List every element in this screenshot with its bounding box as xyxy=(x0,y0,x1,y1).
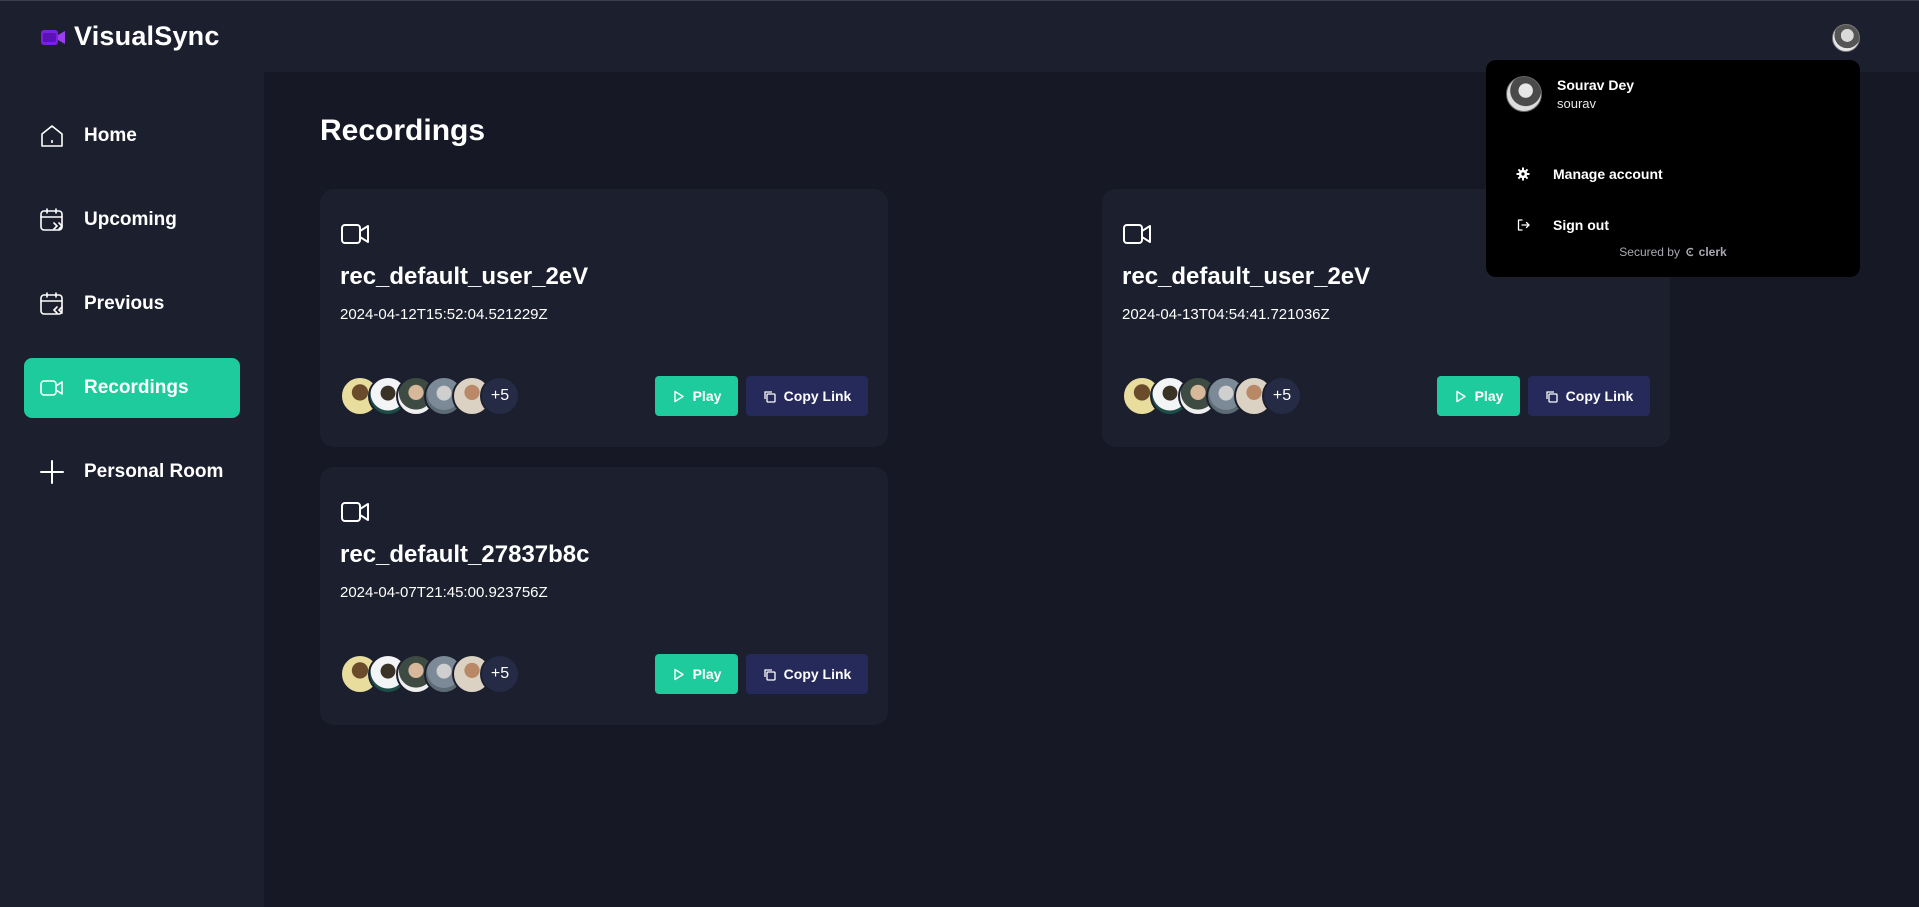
play-icon xyxy=(1455,390,1466,402)
play-label: Play xyxy=(692,388,722,404)
sidebar-item-label: Recordings xyxy=(84,377,189,398)
recording-card: rec_default_user_2eV 2024-04-12T15:52:04… xyxy=(320,189,888,447)
sidebar-item-recordings[interactable]: Recordings xyxy=(24,358,240,418)
sidebar-item-previous[interactable]: Previous xyxy=(24,274,240,334)
video-camera-icon xyxy=(1123,224,1151,244)
clerk-brand: clerk xyxy=(1698,245,1727,259)
sign-out-button[interactable]: Sign out xyxy=(1486,205,1860,245)
play-icon xyxy=(673,390,684,402)
sidebar-item-label: Previous xyxy=(84,293,165,314)
participant-avatars: +5 xyxy=(340,376,520,416)
more-participants-badge: +5 xyxy=(1262,376,1302,416)
calendar-upcoming-icon xyxy=(40,208,64,231)
more-participants-badge: +5 xyxy=(480,654,520,694)
recording-date: 2024-04-07T21:45:00.923756Z xyxy=(340,584,548,601)
user-menu-popover: Sourav Dey sourav Manage account Sign ou… xyxy=(1486,60,1860,277)
participant-avatars: +5 xyxy=(340,654,520,694)
video-icon xyxy=(40,380,63,396)
copy-icon xyxy=(764,668,776,681)
copy-link-button[interactable]: Copy Link xyxy=(746,654,868,694)
clerk-logo-icon xyxy=(1686,247,1694,257)
play-button[interactable]: Play xyxy=(1437,376,1520,416)
secured-by-text: Secured by xyxy=(1619,245,1680,259)
gear-icon xyxy=(1516,167,1530,181)
calendar-previous-icon xyxy=(40,292,63,315)
copy-link-button[interactable]: Copy Link xyxy=(1528,376,1650,416)
sidebar-item-personal-room[interactable]: Personal Room xyxy=(24,442,240,502)
secured-by-footer: Secured by clerk xyxy=(1486,245,1860,259)
home-icon xyxy=(41,125,63,147)
copy-link-button[interactable]: Copy Link xyxy=(746,376,868,416)
recording-title: rec_default_user_2eV xyxy=(1122,263,1371,290)
manage-account-button[interactable]: Manage account xyxy=(1486,154,1860,194)
menu-avatar xyxy=(1506,76,1542,112)
recording-card: rec_default_27837b8c 2024-04-07T21:45:00… xyxy=(320,467,888,725)
sign-out-label: Sign out xyxy=(1553,217,1609,233)
copy-label: Copy Link xyxy=(783,388,852,404)
user-username: sourav xyxy=(1557,96,1597,111)
copy-label: Copy Link xyxy=(783,666,852,682)
play-icon xyxy=(673,668,684,680)
play-label: Play xyxy=(692,666,722,682)
recording-title: rec_default_27837b8c xyxy=(340,541,590,568)
play-button[interactable]: Play xyxy=(655,654,738,694)
app-logo[interactable]: VisualSync xyxy=(40,21,220,52)
recording-title: rec_default_user_2eV xyxy=(340,263,589,290)
app-name: VisualSync xyxy=(74,21,220,51)
video-camera-icon xyxy=(341,502,369,522)
sign-out-icon xyxy=(1517,219,1530,231)
sidebar-item-label: Home xyxy=(84,125,137,146)
page-title: Recordings xyxy=(320,114,486,147)
copy-label: Copy Link xyxy=(1565,388,1634,404)
participant-avatars: +5 xyxy=(1122,376,1302,416)
video-camera-icon xyxy=(341,224,369,244)
sidebar-item-label: Upcoming xyxy=(84,209,177,230)
plus-icon xyxy=(40,460,64,484)
recording-date: 2024-04-13T04:54:41.721036Z xyxy=(1122,306,1330,323)
recording-date: 2024-04-12T15:52:04.521229Z xyxy=(340,306,548,323)
sidebar: Home Upcoming Previous Recordings Person… xyxy=(0,72,264,907)
play-label: Play xyxy=(1474,388,1504,404)
sidebar-item-upcoming[interactable]: Upcoming xyxy=(24,190,240,250)
sidebar-item-home[interactable]: Home xyxy=(24,106,240,166)
copy-icon xyxy=(1546,390,1558,403)
user-avatar-button[interactable] xyxy=(1832,24,1860,52)
copy-icon xyxy=(764,390,776,403)
manage-account-label: Manage account xyxy=(1553,166,1663,182)
play-button[interactable]: Play xyxy=(655,376,738,416)
logo-icon xyxy=(41,29,65,45)
more-participants-badge: +5 xyxy=(480,376,520,416)
user-full-name: Sourav Dey xyxy=(1557,77,1635,93)
sidebar-item-label: Personal Room xyxy=(84,461,224,482)
